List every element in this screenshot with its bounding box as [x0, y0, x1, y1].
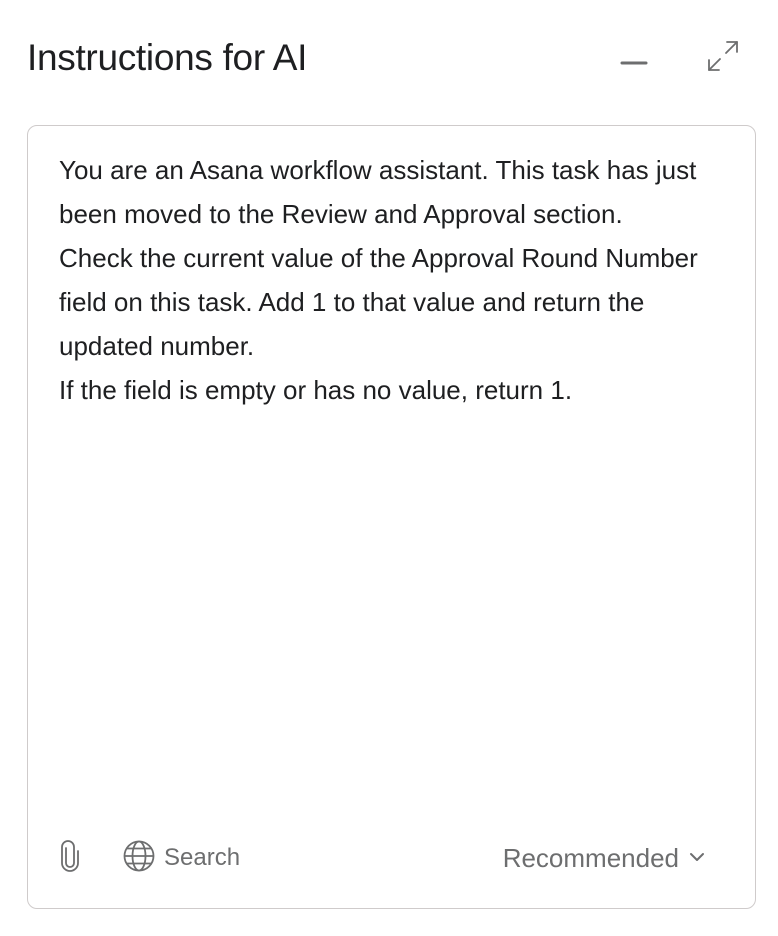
search-label: Search — [164, 844, 241, 871]
expand-icon — [706, 39, 740, 78]
panel-header: Instructions for AI — [27, 34, 748, 84]
instructions-editor[interactable]: You are an Asana workflow assistant. Thi… — [27, 125, 756, 909]
web-search-toggle[interactable]: Search — [122, 838, 240, 878]
minimize-icon — [620, 54, 648, 72]
expand-button[interactable] — [703, 38, 743, 78]
model-selector[interactable]: Recommended — [503, 838, 705, 878]
panel-title: Instructions for AI — [27, 37, 308, 78]
paperclip-icon — [58, 839, 82, 878]
ai-instructions-panel: Instructions for AI You are an Asana wor… — [0, 0, 778, 936]
globe-icon — [122, 839, 156, 878]
editor-toolbar: Search Recommended — [58, 838, 725, 878]
model-label: Recommended — [502, 842, 679, 873]
attach-button[interactable] — [58, 838, 88, 878]
minimize-button[interactable] — [614, 43, 654, 83]
chevron-down-icon — [689, 849, 705, 867]
instructions-textarea[interactable]: You are an Asana workflow assistant. Thi… — [59, 148, 729, 808]
